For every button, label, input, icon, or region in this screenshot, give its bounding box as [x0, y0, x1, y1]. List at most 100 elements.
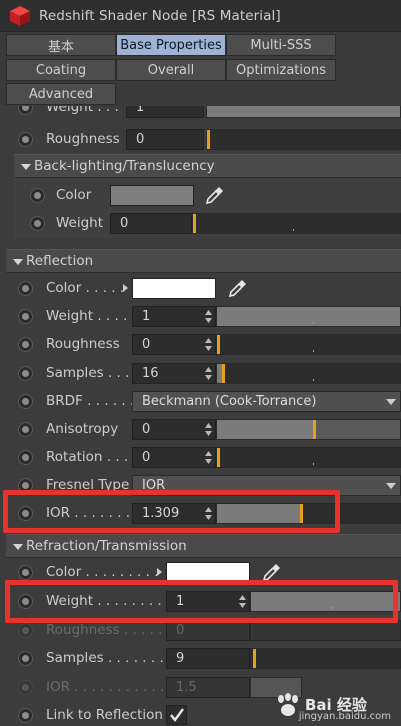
animate-radio: [18, 680, 33, 695]
color-label: Color . . . . .: [46, 280, 125, 296]
slider-fill: [217, 420, 313, 439]
slider-tick: [293, 229, 294, 231]
rotation-slider[interactable]: [216, 447, 401, 468]
anisotropy-slider[interactable]: [216, 419, 401, 440]
slider-handle[interactable]: [253, 649, 256, 668]
weight-label: Weight . . .: [46, 106, 119, 115]
color-swatch[interactable]: [110, 185, 194, 206]
slider-handle[interactable]: [207, 130, 210, 149]
tab-multi-sss[interactable]: Multi-SSS: [226, 34, 336, 56]
animate-radio[interactable]: [18, 132, 33, 147]
animate-radio[interactable]: [18, 450, 33, 465]
back-lighting-header[interactable]: Back-lighting/Translucency: [14, 154, 401, 178]
slider-handle[interactable]: [217, 448, 220, 467]
roughness-slider[interactable]: [206, 129, 401, 150]
expand-arrow-icon: [21, 164, 31, 170]
eyedropper-icon[interactable]: [227, 277, 249, 299]
weight-input[interactable]: 0: [110, 213, 192, 234]
eyedropper-icon[interactable]: [261, 561, 283, 583]
animate-radio[interactable]: [18, 594, 33, 609]
reflection-header[interactable]: Reflection: [6, 249, 401, 273]
roughness-input[interactable]: 0: [132, 334, 216, 355]
section-title: Back-lighting/Translucency: [34, 158, 215, 174]
expand-color-icon[interactable]: [123, 284, 128, 292]
stepper-icon[interactable]: [205, 423, 212, 436]
ior-label: IOR . . . . . . .: [46, 505, 131, 521]
ior-slider[interactable]: [216, 503, 331, 524]
animate-radio[interactable]: [18, 366, 33, 381]
slider-handle[interactable]: [313, 420, 316, 439]
reflection-fresnel-row: Fresnel Type IOR: [0, 472, 401, 500]
slider-handle[interactable]: [222, 364, 225, 383]
roughness-value: 0: [136, 132, 145, 147]
tab-optimizations[interactable]: Optimizations: [226, 59, 336, 81]
brdf-value: Beckmann (Cook-Torrance): [142, 394, 317, 409]
refraction-color-row: Color . . . . . . . . .: [0, 559, 401, 587]
samples-slider[interactable]: [250, 648, 401, 669]
slider-handle[interactable]: [217, 335, 220, 354]
top-weight-row: Weight . . . 1: [0, 106, 401, 122]
animate-radio[interactable]: [18, 651, 33, 666]
slider-tick: [331, 607, 332, 609]
tab-basic[interactable]: 基本: [6, 34, 116, 56]
stepper-icon[interactable]: [205, 367, 212, 380]
anisotropy-input[interactable]: 0: [132, 419, 216, 440]
samples-label: Samples . . . . . . . .: [46, 650, 173, 666]
link-to-reflection-checkbox[interactable]: [166, 705, 187, 725]
stepper-icon[interactable]: [205, 338, 212, 351]
reflection-samples-row: Samples . . . 16: [0, 360, 401, 388]
stepper-icon[interactable]: [205, 507, 212, 520]
weight-input[interactable]: 1: [126, 106, 204, 118]
ior-input[interactable]: 1.309: [132, 503, 216, 524]
samples-input[interactable]: 16: [132, 363, 216, 384]
reflection-rotation-row: Rotation . . . 0: [0, 444, 401, 472]
roughness-slider[interactable]: [216, 334, 401, 355]
link-to-reflection-label: Link to Reflection: [46, 707, 163, 723]
watermark: Bai 经验 jingyan.baidu.com: [273, 693, 393, 724]
samples-slider[interactable]: [216, 363, 401, 384]
stepper-icon[interactable]: [205, 451, 212, 464]
color-swatch[interactable]: [132, 278, 216, 299]
tab-base-properties[interactable]: Base Properties: [116, 34, 226, 56]
weight-slider[interactable]: [206, 106, 401, 118]
weight-slider[interactable]: [192, 213, 401, 234]
brdf-dropdown[interactable]: Beckmann (Cook-Torrance): [132, 391, 401, 412]
animate-radio[interactable]: [18, 422, 33, 437]
fresnel-type-dropdown[interactable]: IOR: [132, 475, 401, 496]
animate-radio[interactable]: [18, 106, 33, 115]
slider-handle[interactable]: [300, 504, 303, 523]
tab-coating[interactable]: Coating: [6, 59, 116, 81]
animate-radio[interactable]: [18, 309, 33, 324]
color-swatch[interactable]: [166, 562, 250, 583]
expand-color-icon[interactable]: [157, 568, 162, 576]
stepper-icon[interactable]: [239, 595, 246, 608]
animate-radio[interactable]: [18, 506, 33, 521]
roughness-input[interactable]: 0: [126, 129, 204, 150]
samples-input[interactable]: 9: [166, 648, 250, 669]
animate-radio[interactable]: [18, 394, 33, 409]
weight-slider[interactable]: [250, 591, 401, 612]
tab-overall[interactable]: Overall: [116, 59, 226, 81]
weight-slider[interactable]: [216, 306, 401, 327]
eyedropper-icon[interactable]: [204, 184, 226, 206]
slider-handle[interactable]: [193, 214, 196, 233]
roughness-value: 0: [142, 337, 151, 352]
tab-advanced[interactable]: Advanced: [6, 83, 116, 105]
anisotropy-label: Anisotropy: [46, 421, 119, 437]
stepper-icon[interactable]: [205, 310, 212, 323]
animate-radio[interactable]: [18, 565, 33, 580]
animate-radio[interactable]: [30, 188, 45, 203]
weight-label: Weight: [56, 215, 104, 231]
anisotropy-value: 0: [142, 422, 151, 437]
animate-radio[interactable]: [18, 478, 33, 493]
animate-radio[interactable]: [18, 337, 33, 352]
expand-arrow-icon: [13, 259, 23, 265]
weight-input[interactable]: 1: [166, 591, 250, 612]
animate-radio[interactable]: [30, 216, 45, 231]
rotation-input[interactable]: 0: [132, 447, 216, 468]
weight-input[interactable]: 1: [132, 306, 216, 327]
animate-radio[interactable]: [18, 708, 33, 723]
animate-radio[interactable]: [18, 281, 33, 296]
refraction-header[interactable]: Refraction/Transmission: [6, 534, 401, 558]
checkmark-icon: [170, 708, 184, 722]
